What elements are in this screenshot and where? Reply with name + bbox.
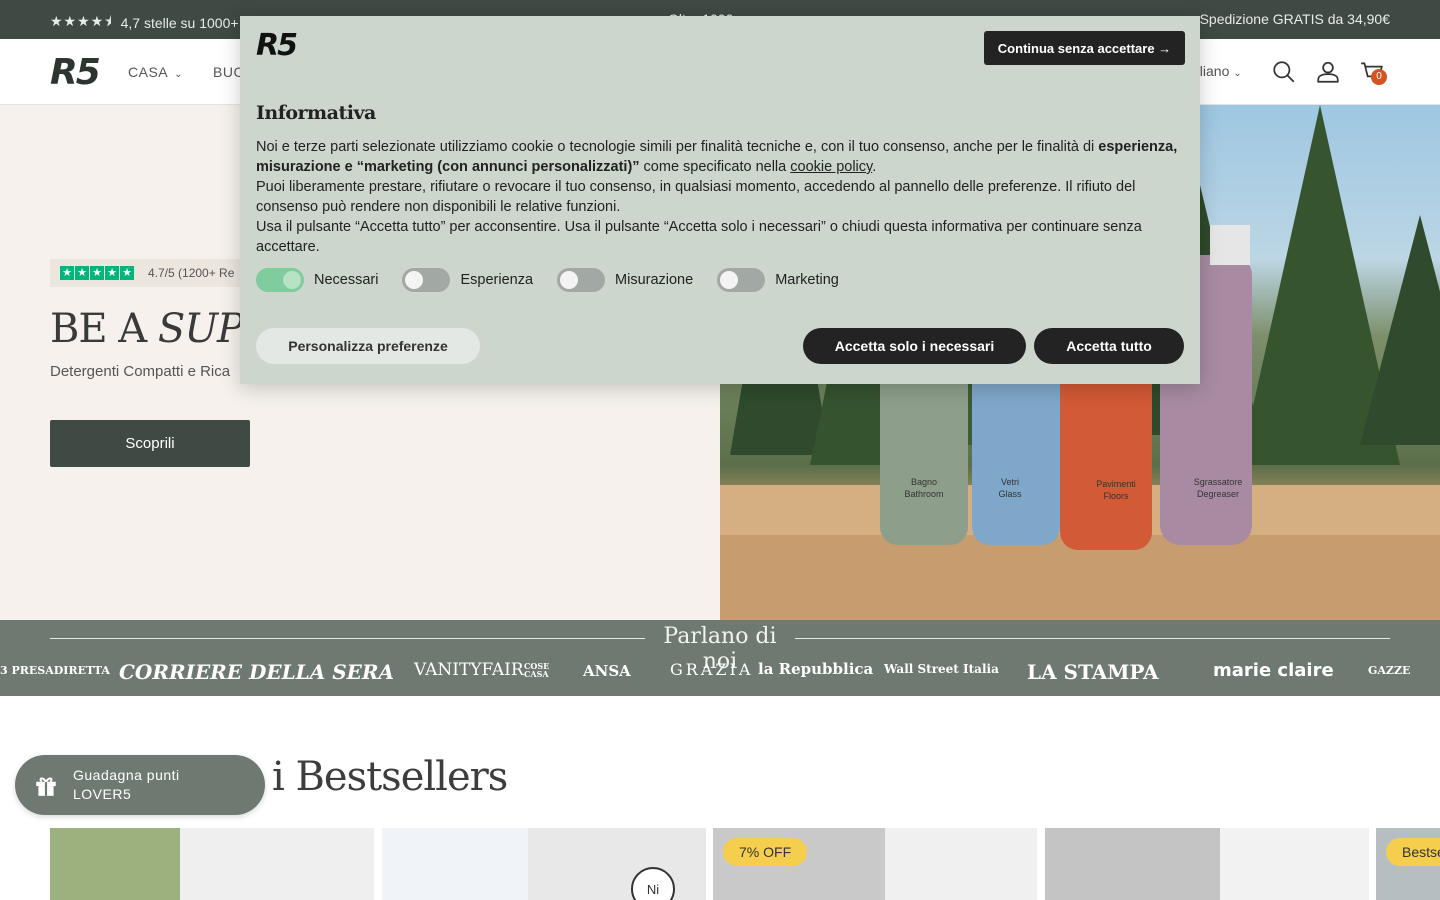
toggle-label: Marketing: [775, 272, 839, 288]
press-logo: Wall Street Italia: [884, 662, 999, 676]
cookie-logo: R5: [256, 28, 298, 63]
shipping-text: Spedizione GRATIS da 34,90€: [1199, 11, 1390, 27]
hero-subtitle: Detergenti Compatti e Rica: [50, 363, 231, 380]
cart-count-badge: 0: [1371, 69, 1387, 85]
product-card[interactable]: [1045, 828, 1369, 900]
loyalty-widget[interactable]: Guadagna punti LOVER5: [15, 755, 265, 815]
rating-summary: ★★★★⯨ 4,7 stelle su 1000+: [50, 11, 239, 35]
account-icon[interactable]: [1315, 59, 1341, 85]
press-logo: marie claire: [1213, 660, 1334, 681]
rating-stars-icon: ★★★★⯨: [50, 13, 113, 29]
toggle-esperienza[interactable]: [402, 268, 451, 292]
toggle-label: Necessari: [314, 272, 379, 288]
press-logo: GRAZIA: [670, 660, 754, 679]
divider: [50, 638, 645, 639]
product-card[interactable]: Ni: [382, 828, 706, 900]
bestsellers-title: i Bestsellers: [272, 754, 508, 800]
search-icon[interactable]: [1271, 59, 1297, 85]
nav-item-label: CASA: [128, 64, 169, 80]
press-logo: CORRIERE DELLA SERA: [119, 660, 395, 684]
press-logo: LA STAMPA: [1027, 660, 1159, 684]
bottle-label-sgrassatore: Sgrassatore: [1194, 477, 1243, 487]
bottle-sub-degreaser: Degreaser: [1197, 489, 1239, 499]
cookie-policy-link[interactable]: cookie policy: [790, 159, 872, 175]
bottle-label-vetri: Vetri: [1001, 477, 1019, 487]
toggle-necessari[interactable]: [256, 268, 304, 292]
discount-badge: 7% OFF: [723, 838, 808, 866]
bottle-sub-floors: Floors: [1103, 491, 1129, 501]
site-logo[interactable]: R5: [50, 52, 101, 93]
gift-icon: [36, 777, 56, 796]
bottle-label-pavimenti: Pavimenti: [1096, 479, 1136, 489]
press-logo: la Repubblica: [758, 660, 874, 678]
press-logo: 3 PRESADIRETTA: [0, 664, 110, 677]
chevron-down-icon: ⌄: [174, 69, 184, 80]
trustpilot-text: 4.7/5 (1200+ Re: [148, 266, 235, 280]
toggle-label: Misurazione: [615, 272, 694, 288]
nickel-tested-icon: Ni: [631, 867, 675, 900]
loyalty-text: Guadagna punti LOVER5: [73, 767, 180, 802]
trustpilot-stars-icon: ★ ★ ★ ★ ★: [60, 266, 134, 280]
customize-preferences-button[interactable]: Personalizza preferenze: [256, 328, 480, 364]
nav-item-casa[interactable]: CASA ⌄: [128, 64, 183, 80]
bottle-label-bagno: Bagno: [911, 477, 937, 487]
accept-all-button[interactable]: Accetta tutto: [1034, 328, 1184, 364]
press-logo: ANSA: [583, 662, 631, 680]
bottle-sub-bathroom: Bathroom: [904, 489, 943, 499]
consent-toggles: Necessari Esperienza Misurazione Marketi…: [256, 268, 863, 292]
cookie-heading: Informativa: [256, 102, 376, 124]
chevron-down-icon: ⌄: [1233, 68, 1242, 79]
continue-without-accepting-button[interactable]: Continua senza accettare →: [984, 31, 1185, 65]
toggle-marketing[interactable]: [717, 268, 766, 292]
svg-text:Ni: Ni: [647, 882, 659, 897]
bestseller-badge: Bestse: [1386, 838, 1440, 866]
cookie-body: Noi e terze parti selezionate utilizziam…: [256, 137, 1186, 257]
divider: [795, 638, 1390, 639]
toggle-label: Esperienza: [460, 272, 534, 288]
cookie-paragraph: Noi e terze parti selezionate utilizziam…: [256, 139, 1178, 175]
toggle-misurazione[interactable]: [557, 268, 606, 292]
accept-necessary-button[interactable]: Accetta solo i necessari: [803, 328, 1026, 364]
press-section: Parlano di noi 3 PRESADIRETTA CORRIERE D…: [0, 620, 1440, 696]
press-logo: COSE CASA: [524, 661, 550, 679]
cookie-paragraph: Usa il pulsante “Accetta tutto” per acco…: [256, 219, 1142, 255]
press-logo: GAZZE: [1368, 664, 1411, 677]
bottle-sub-glass: Glass: [998, 489, 1022, 499]
press-logos: 3 PRESADIRETTA CORRIERE DELLA SERA VANIT…: [0, 660, 1440, 690]
discover-button[interactable]: Scoprili: [50, 420, 250, 467]
cookie-paragraph: Puoi liberamente prestare, rifiutare o r…: [256, 179, 1136, 215]
trustpilot-widget[interactable]: ★ ★ ★ ★ ★ 4.7/5 (1200+ Re: [50, 259, 250, 287]
press-logo: VANITYFAIR: [414, 660, 524, 680]
rating-text: 4,7 stelle su 1000+: [120, 15, 239, 31]
cookie-consent-modal: R5 Continua senza accettare → Informativ…: [240, 16, 1200, 384]
product-card[interactable]: [50, 828, 374, 900]
